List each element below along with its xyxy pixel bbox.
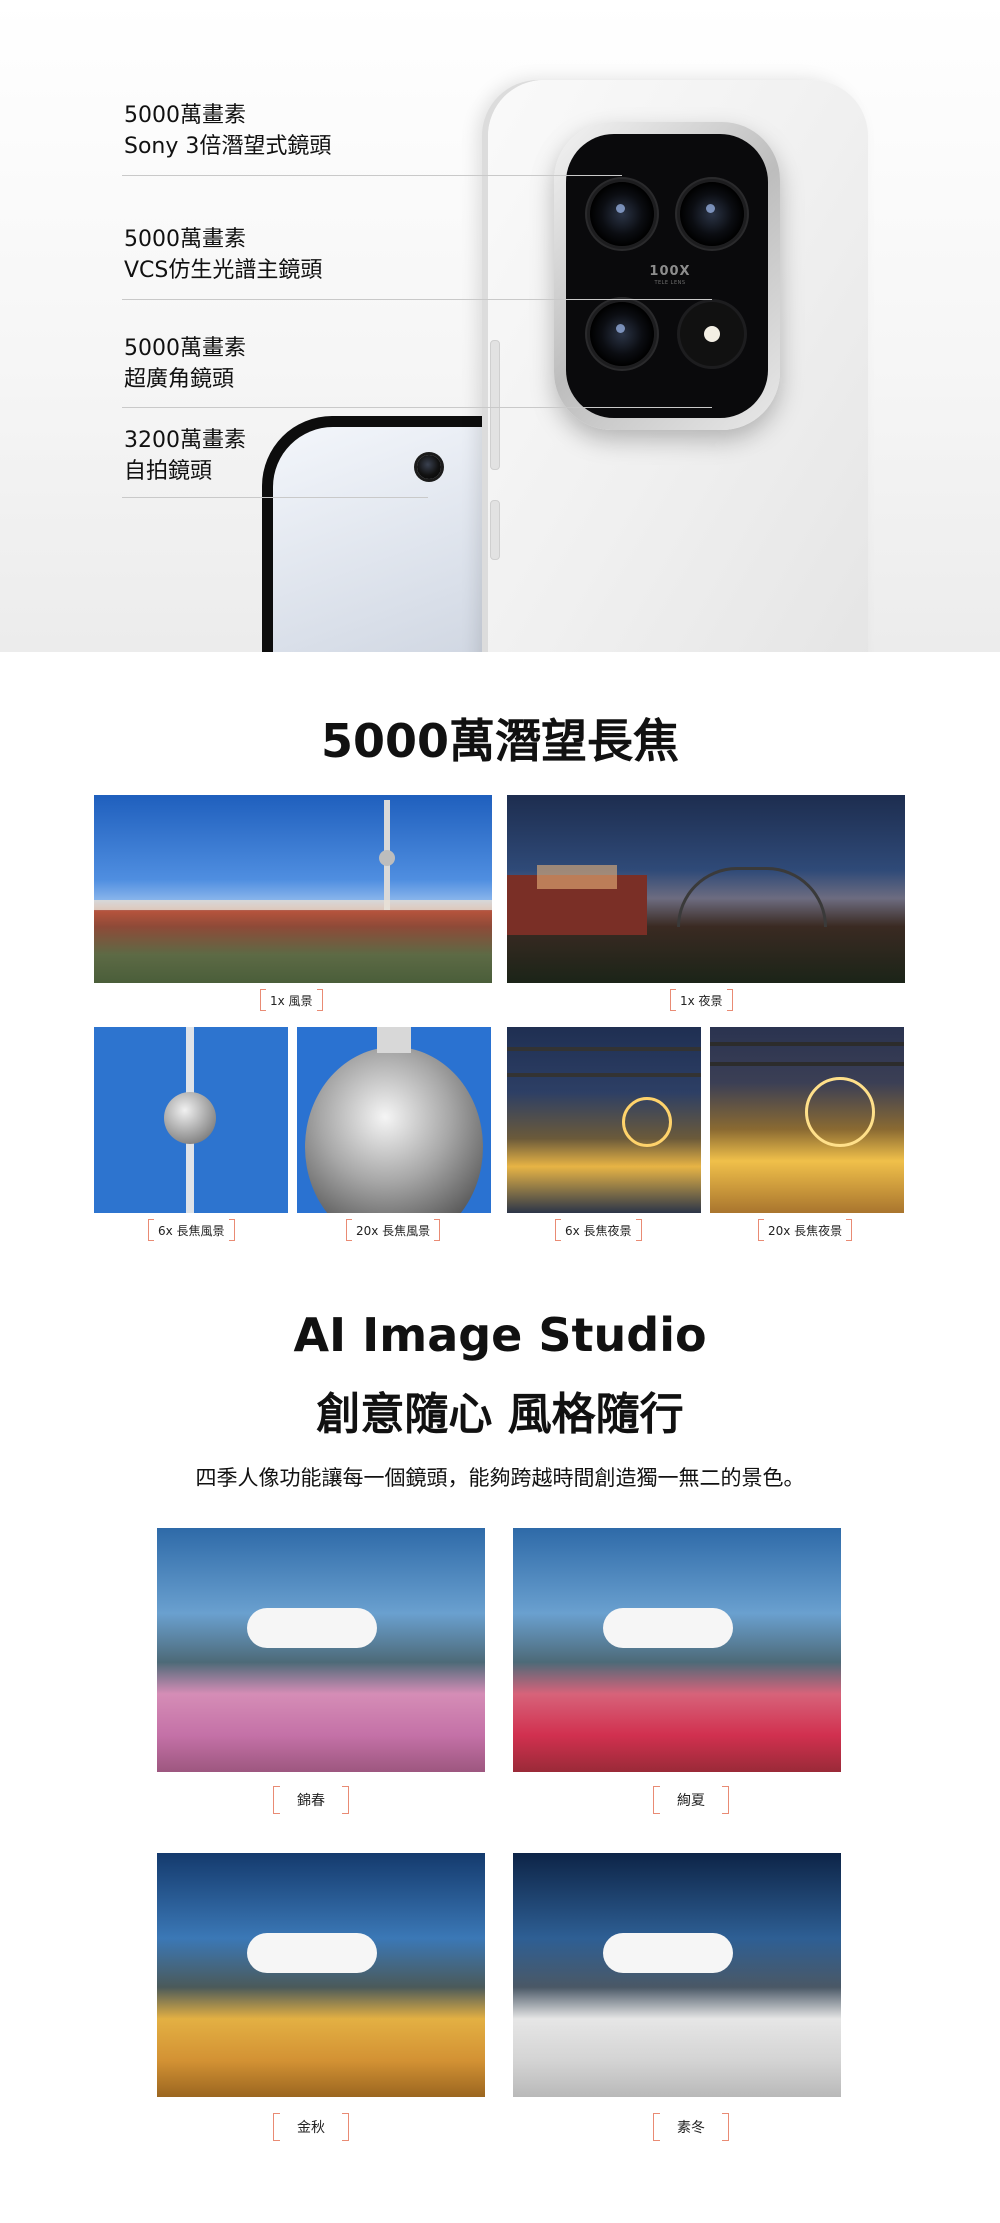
ultrawide-lens-icon bbox=[590, 302, 654, 366]
spec-leader-line bbox=[122, 497, 428, 498]
caption-20x-landscape: 20x 長焦風景 bbox=[345, 1219, 441, 1241]
caption-6x-night: 6x 長焦夜景 bbox=[555, 1219, 642, 1241]
caption-summer: 絢夏 bbox=[653, 1786, 729, 1814]
photo-6x-night bbox=[507, 1027, 701, 1213]
spec-leader-line bbox=[122, 175, 622, 176]
camera-badge: 100X bbox=[649, 264, 691, 279]
spec-lens-name: Sony 3倍潛望式鏡頭 bbox=[124, 134, 332, 159]
spec-selfie: 3200萬畫素 自拍鏡頭 bbox=[124, 425, 246, 487]
spec-leader-line bbox=[122, 407, 712, 408]
spec-main: 5000萬畫素 VCS仿生光譜主鏡頭 bbox=[124, 224, 322, 286]
caption-autumn: 金秋 bbox=[273, 2113, 349, 2141]
caption-6x-landscape: 6x 長焦風景 bbox=[148, 1219, 235, 1241]
photo-1x-night bbox=[507, 795, 905, 983]
caption-1x-night: 1x 夜景 bbox=[670, 989, 733, 1011]
photo-summer bbox=[513, 1528, 841, 1772]
telephoto-title: 5000萬潛望長焦 bbox=[320, 714, 680, 768]
power-button bbox=[490, 500, 500, 560]
photo-autumn bbox=[157, 1853, 485, 2097]
spec-ultrawide: 5000萬畫素 超廣角鏡頭 bbox=[124, 333, 246, 395]
caption-winter: 素冬 bbox=[653, 2113, 729, 2141]
flash-icon bbox=[680, 302, 744, 366]
photo-20x-night bbox=[710, 1027, 904, 1213]
caption-20x-night: 20x 長焦夜景 bbox=[757, 1219, 853, 1241]
ai-studio-description: 四季人像功能讓每一個鏡頭，能夠跨越時間創造獨一無二的景色。 bbox=[195, 1466, 805, 1490]
selfie-camera-icon bbox=[417, 455, 441, 479]
spec-leader-line bbox=[122, 299, 712, 300]
periscope-lens-icon bbox=[590, 182, 654, 246]
photo-6x-landscape bbox=[94, 1027, 288, 1213]
spec-periscope: 5000萬畫素 Sony 3倍潛望式鏡頭 bbox=[124, 100, 331, 162]
main-lens-icon bbox=[680, 182, 744, 246]
caption-spring: 錦春 bbox=[273, 1786, 349, 1814]
spec-megapixels: 5000萬畫素 bbox=[124, 336, 246, 361]
spec-lens-name: 超廣角鏡頭 bbox=[124, 367, 235, 392]
front-phone-screen bbox=[273, 427, 522, 652]
camera-hero: 100X TELE LENS 5000萬畫素 Sony 3倍潛望式鏡頭 5000… bbox=[0, 0, 1000, 652]
spec-lens-name: VCS仿生光譜主鏡頭 bbox=[124, 258, 323, 283]
camera-badge-sub: TELE LENS bbox=[654, 280, 686, 286]
photo-1x-landscape bbox=[94, 795, 492, 983]
photo-spring bbox=[157, 1528, 485, 1772]
photo-winter bbox=[513, 1853, 841, 2097]
photo-20x-landscape bbox=[297, 1027, 491, 1213]
spec-megapixels: 5000萬畫素 bbox=[124, 227, 246, 252]
ai-studio-subtitle: 創意隨心 風格隨行 bbox=[316, 1389, 684, 1440]
volume-button bbox=[490, 340, 500, 470]
spec-megapixels: 3200萬畫素 bbox=[124, 428, 246, 453]
spec-lens-name: 自拍鏡頭 bbox=[124, 459, 213, 484]
ai-studio-title: AI Image Studio bbox=[293, 1308, 707, 1362]
caption-1x-landscape: 1x 風景 bbox=[260, 989, 323, 1011]
spec-megapixels: 5000萬畫素 bbox=[124, 103, 246, 128]
